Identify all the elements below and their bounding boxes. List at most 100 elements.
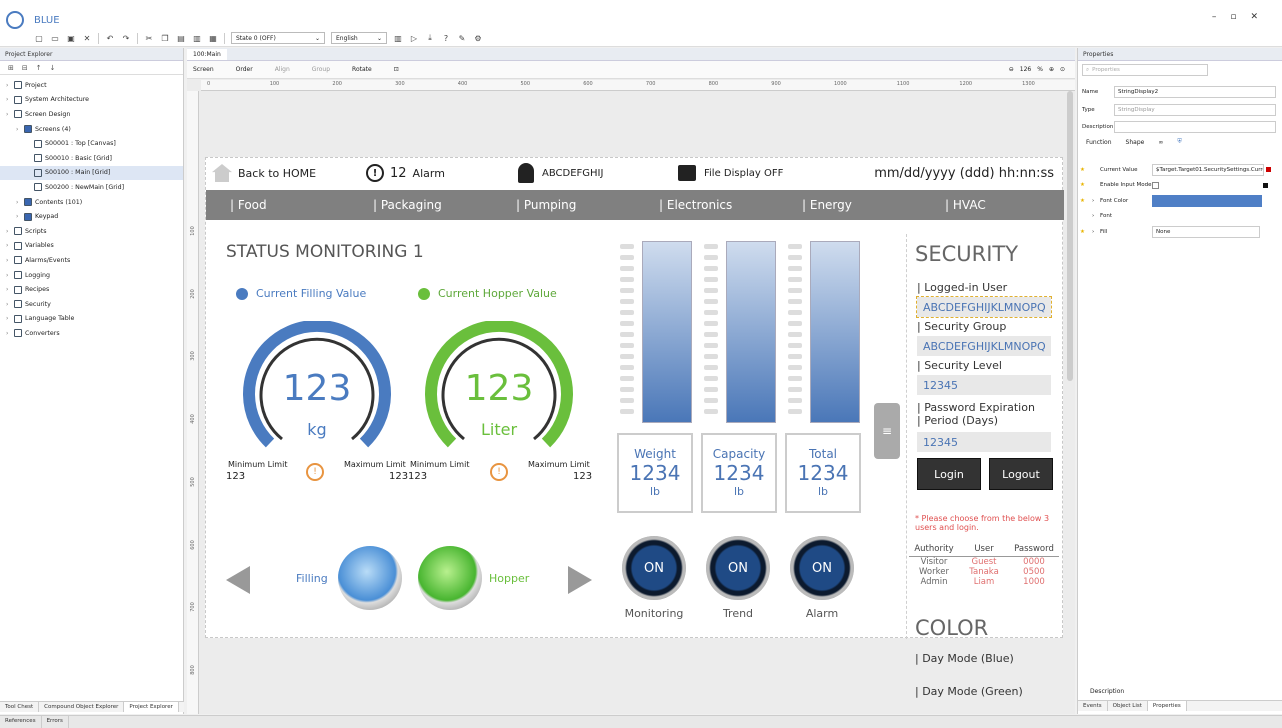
chevron-right-icon[interactable]: ›: [16, 213, 24, 220]
shield-icon[interactable]: ⛨: [1177, 138, 1182, 146]
description-input[interactable]: [1114, 120, 1276, 133]
logged-in-user-value[interactable]: ABCDEFGHIJKLMNOPQ: [916, 296, 1052, 318]
tree-item[interactable]: › Recipes: [0, 282, 183, 297]
run-icon[interactable]: ▷: [409, 34, 419, 43]
tab-events[interactable]: Events: [1078, 701, 1108, 711]
save-icon[interactable]: ▣: [66, 34, 76, 43]
tree-item[interactable]: S00001 : Top [Canvas]: [0, 136, 183, 151]
new-file-icon[interactable]: ▢: [34, 34, 44, 43]
zoom-fit-icon[interactable]: ⊡: [394, 66, 399, 73]
tree-item[interactable]: › Contents (101): [0, 195, 183, 210]
properties-search-input[interactable]: ⌕ Properties: [1082, 64, 1208, 76]
chevron-right-icon[interactable]: ›: [1092, 229, 1100, 235]
fill-input[interactable]: None: [1152, 225, 1260, 238]
redo-icon[interactable]: ↷: [121, 34, 131, 43]
chevron-right-icon[interactable]: ›: [6, 330, 14, 337]
cut-icon[interactable]: ✂: [144, 34, 154, 43]
help-icon[interactable]: ?: [441, 34, 451, 43]
property-row[interactable]: ★ › Font Color: [1080, 193, 1280, 209]
user-indicator[interactable]: ABCDEFGHIJ: [508, 163, 668, 183]
screen-menu[interactable]: Screen: [193, 66, 214, 73]
hopper-button[interactable]: [418, 546, 482, 610]
zoom-in-icon[interactable]: ⊕: [1049, 66, 1054, 73]
arrow-down-icon[interactable]: ↓: [50, 64, 56, 72]
duplicate-icon[interactable]: ▥: [192, 34, 202, 43]
back-home-button[interactable]: Back to HOME: [206, 164, 356, 182]
tree-item[interactable]: S00200 : NewMain [Grid]: [0, 180, 183, 195]
property-row[interactable]: ★ Enable Input Mode: [1080, 178, 1280, 194]
chevron-right-icon[interactable]: ›: [1092, 213, 1100, 219]
day-mode-green-option[interactable]: | Day Mode (Green): [915, 685, 1023, 698]
tree-item[interactable]: › Converters: [0, 326, 183, 341]
menu-item[interactable]: | Energy: [778, 198, 921, 212]
name-input[interactable]: StringDisplay2: [1114, 85, 1276, 98]
chevron-right-icon[interactable]: ›: [6, 228, 14, 235]
tree-item[interactable]: › Variables: [0, 239, 183, 254]
tab-project-explorer[interactable]: Project Explorer: [124, 702, 179, 712]
tree-item[interactable]: › Keypad: [0, 209, 183, 224]
tab-shape[interactable]: Shape: [1126, 139, 1145, 146]
paste-icon[interactable]: ▤: [176, 34, 186, 43]
copy-icon[interactable]: ❐: [160, 34, 170, 43]
menu-item[interactable]: | HVAC: [921, 198, 1064, 212]
login-button[interactable]: Login: [917, 458, 981, 490]
language-dropdown[interactable]: English ⌄: [331, 32, 387, 44]
menu-item[interactable]: | Pumping: [492, 198, 635, 212]
monitoring-on-button[interactable]: ON: [622, 536, 686, 600]
alarm-indicator[interactable]: ! 12 Alarm: [356, 164, 508, 182]
property-row[interactable]: ★ › Fill None: [1080, 224, 1280, 240]
tab-errors[interactable]: Errors: [42, 716, 69, 728]
menu-item[interactable]: | Packaging: [349, 198, 492, 212]
chevron-right-icon[interactable]: ›: [6, 286, 14, 293]
open-folder-icon[interactable]: ▭: [50, 34, 60, 43]
current-value-input[interactable]: $Target.Target01.SecuritySettings.Curren: [1152, 163, 1264, 176]
filling-button[interactable]: [338, 546, 402, 610]
tree-item[interactable]: › System Architecture: [0, 93, 183, 108]
vertical-scrollbar[interactable]: [1067, 91, 1073, 381]
chevron-right-icon[interactable]: ›: [6, 242, 14, 249]
table-row[interactable]: Visitor Guest 0000: [909, 557, 1059, 567]
order-menu[interactable]: Order: [236, 66, 253, 73]
zoom-reset-icon[interactable]: ⊙: [1060, 66, 1065, 73]
tree-item[interactable]: › Logging: [0, 268, 183, 283]
property-row[interactable]: › Font: [1080, 209, 1280, 225]
tab-properties[interactable]: Properties: [1147, 701, 1187, 711]
previous-arrow-icon[interactable]: [226, 566, 250, 594]
property-row[interactable]: ★ Current Value $Target.Target01.SecurityS…: [1080, 162, 1280, 178]
table-row[interactable]: Worker Tanaka 0500: [909, 567, 1059, 577]
table-row[interactable]: Admin Liam 1000: [909, 577, 1059, 587]
menu-item[interactable]: | Electronics: [635, 198, 778, 212]
logout-button[interactable]: Logout: [989, 458, 1053, 490]
day-mode-blue-option[interactable]: | Day Mode (Blue): [915, 652, 1014, 665]
tree-item[interactable]: › Screen Design: [0, 107, 183, 122]
menu-item[interactable]: | Food: [206, 198, 349, 212]
drawer-handle-icon[interactable]: ≡: [874, 403, 900, 459]
undo-icon[interactable]: ↶: [105, 34, 115, 43]
file-display-toggle[interactable]: File Display OFF: [668, 165, 868, 181]
enable-input-checkbox[interactable]: [1152, 181, 1159, 189]
link-icon[interactable]: ∞: [1158, 139, 1163, 146]
trend-on-button[interactable]: ON: [706, 536, 770, 600]
chevron-right-icon[interactable]: ›: [6, 301, 14, 308]
alarm-on-button[interactable]: ON: [790, 536, 854, 600]
chevron-right-icon[interactable]: ›: [6, 96, 14, 103]
tab-tool-chest[interactable]: Tool Chest: [0, 702, 40, 712]
tree-item[interactable]: › Alarms/Events: [0, 253, 183, 268]
tree-item[interactable]: › Security: [0, 297, 183, 312]
tab-references[interactable]: References: [0, 716, 42, 728]
align-menu[interactable]: Align: [275, 66, 290, 73]
tab-main-screen[interactable]: 100:Main: [187, 48, 227, 60]
tree-item[interactable]: S00100 : Main [Grid]: [0, 165, 183, 181]
tools-icon[interactable]: ✎: [457, 34, 467, 43]
chevron-right-icon[interactable]: ›: [16, 126, 24, 133]
gear-icon[interactable]: ⚙: [473, 34, 483, 43]
delete-icon[interactable]: ▦: [208, 34, 218, 43]
tree-item[interactable]: › Screens (4): [0, 122, 183, 137]
zoom-out-icon[interactable]: ⊖: [1009, 66, 1014, 73]
window-controls[interactable]: –▫✕: [1212, 12, 1272, 22]
chevron-right-icon[interactable]: ›: [6, 82, 14, 89]
rotate-menu[interactable]: Rotate: [352, 66, 372, 73]
chevron-right-icon[interactable]: ›: [16, 199, 24, 206]
next-arrow-icon[interactable]: [568, 566, 592, 594]
tree-item[interactable]: › Language Table: [0, 312, 183, 327]
